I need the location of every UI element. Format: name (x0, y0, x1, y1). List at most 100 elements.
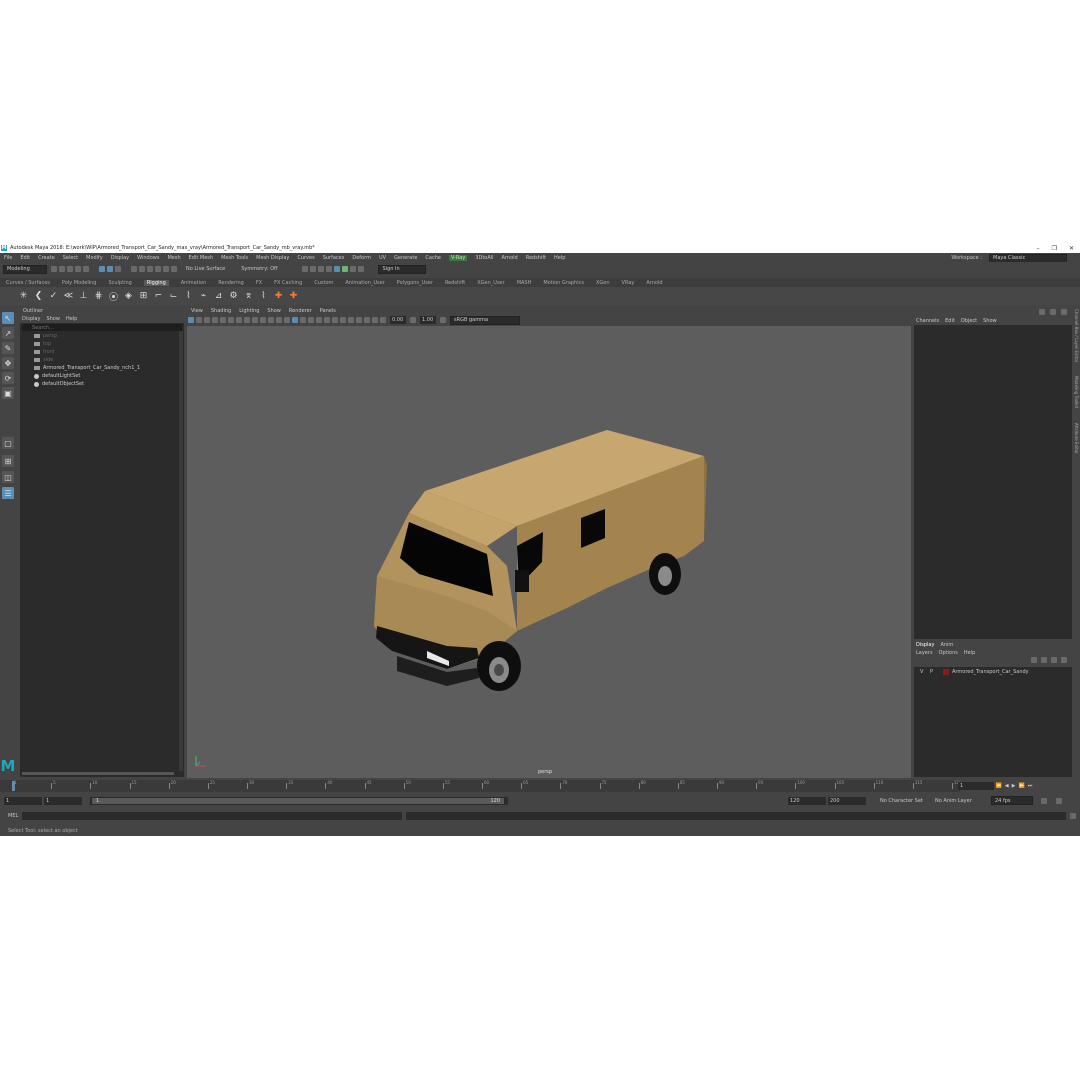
grid-toggle-icon[interactable] (236, 317, 242, 323)
symmetry-label[interactable]: Symmetry: Off (241, 266, 277, 272)
character-set-label[interactable]: No Character Set (880, 798, 923, 804)
render-frame-icon[interactable] (310, 266, 317, 272)
mode-dropdown[interactable]: Modeling (3, 264, 47, 274)
shelf-tab-animation[interactable]: Animation (181, 280, 207, 286)
menu-windows[interactable]: Windows (137, 255, 159, 261)
go-to-end-icon[interactable]: ⏭ (1028, 783, 1033, 789)
menu-surfaces[interactable]: Surfaces (323, 255, 345, 261)
outliner-horizontal-scrollbar[interactable] (22, 772, 174, 775)
time-slider[interactable]: 1 5 10 15 20 25 30 35 40 45 50 55 60 65 70 75 80 85 90 95 10… (0, 780, 962, 792)
viewport-menu-lighting[interactable]: Lighting (239, 308, 259, 314)
layer-playback-toggle[interactable]: P (930, 669, 940, 675)
redo-icon[interactable] (83, 266, 89, 272)
shelf-tab-animation-user[interactable]: Animation_User (345, 280, 384, 286)
attribute-editor-toggle-icon[interactable] (1050, 309, 1056, 315)
shelf-tool-7-icon[interactable]: ⦿ (108, 291, 119, 303)
menu-display[interactable]: Display (111, 255, 129, 261)
exposure-icon[interactable] (380, 317, 386, 323)
shelf-tool-17-icon[interactable]: ⌇ (258, 291, 269, 302)
menu-edit-mesh[interactable]: Edit Mesh (189, 255, 213, 261)
menu-mesh-display[interactable]: Mesh Display (256, 255, 289, 261)
current-frame-field[interactable]: 1 (958, 782, 994, 790)
grease-pencil-icon[interactable] (228, 317, 234, 323)
shelf-tab-polygons-user[interactable]: Polygons_User (397, 280, 433, 286)
menu-modify[interactable]: Modify (86, 255, 103, 261)
layer-tab-display[interactable]: Display (916, 642, 934, 648)
step-back-key-icon[interactable]: ⏪ (996, 783, 1002, 789)
channel-menu-show[interactable]: Show (983, 318, 997, 324)
outliner-item[interactable]: top (20, 340, 184, 348)
shelf-tool-19-icon[interactable]: ✚ (288, 291, 299, 302)
shelf-tab-fx[interactable]: FX (256, 280, 262, 286)
menu-uv[interactable]: UV (379, 255, 386, 261)
shelf-tab-vray[interactable]: VRay (622, 280, 635, 286)
layer-color-swatch[interactable] (943, 668, 949, 675)
close-button[interactable]: ✕ (1069, 245, 1074, 252)
outliner-vertical-scrollbar[interactable] (179, 331, 183, 771)
select-object-icon[interactable] (107, 266, 113, 272)
select-tool-icon[interactable]: ↖ (2, 312, 14, 324)
shelf-tool-6-icon[interactable]: ⋕ (93, 291, 104, 302)
layer-menu-help[interactable]: Help (964, 650, 975, 656)
wireframe-icon[interactable] (284, 317, 290, 323)
layer-visibility-toggle[interactable]: V (920, 669, 930, 675)
open-scene-icon[interactable] (59, 266, 65, 272)
safe-action-icon[interactable] (276, 317, 282, 323)
viewport-menu-show[interactable]: Show (267, 308, 281, 314)
anim-prefs-icon[interactable] (1056, 798, 1062, 804)
shelf-tool-11-icon[interactable]: ⌙ (168, 291, 179, 302)
menu-select[interactable]: Select (63, 255, 78, 261)
snap-grid-icon[interactable] (131, 266, 137, 272)
vray-icon[interactable] (342, 266, 349, 272)
move-tool-icon[interactable]: ✥ (2, 357, 14, 369)
menu-v-ray[interactable]: V-Ray (448, 254, 468, 261)
2d-pan-zoom-icon[interactable] (220, 317, 226, 323)
layer-move-up-icon[interactable] (1031, 657, 1037, 663)
outliner-layout-icon[interactable]: ☰ (2, 487, 14, 499)
layer-menu-options[interactable]: Options (939, 650, 958, 656)
layer-name[interactable]: Armored_Transport_Car_Sandy (952, 669, 1029, 675)
film-gate-icon[interactable] (244, 317, 250, 323)
arnold-icon[interactable] (350, 266, 357, 272)
anim-layer-label[interactable]: No Anim Layer (935, 798, 972, 804)
motion-blur-icon[interactable] (332, 317, 338, 323)
sidebar-tab-modeling-toolkit[interactable]: Modeling Toolkit (1074, 376, 1079, 408)
snap-point-icon[interactable] (147, 266, 153, 272)
scale-tool-icon[interactable]: ▣ (2, 387, 14, 399)
shelf-tool-5-icon[interactable]: ⊥ (78, 291, 89, 302)
redshift-icon[interactable] (358, 266, 365, 272)
camera-select-icon[interactable] (188, 317, 194, 323)
hypershade-icon[interactable] (334, 266, 341, 272)
outliner-item[interactable]: Armored_Transport_Car_Sandy_nch1_1 (20, 364, 184, 372)
channel-menu-channels[interactable]: Channels (916, 318, 939, 324)
field-chart-icon[interactable] (268, 317, 274, 323)
outliner-item[interactable]: persp (20, 332, 184, 340)
image-plane-icon[interactable] (212, 317, 218, 323)
shelf-tab-motion-graphics[interactable]: Motion Graphics (543, 280, 584, 286)
shelf-tool-1-icon[interactable]: ✳ (18, 291, 29, 302)
start-time-field[interactable]: 1 (4, 797, 42, 805)
magnet-icon[interactable] (171, 266, 177, 272)
menu-mesh[interactable]: Mesh (167, 255, 180, 261)
select-component-icon[interactable] (115, 266, 121, 272)
ambient-occlusion-icon[interactable] (324, 317, 330, 323)
lights-icon[interactable] (308, 317, 314, 323)
shelf-tool-16-icon[interactable]: ⌆ (243, 291, 254, 302)
shelf-tool-8-icon[interactable]: ◈ (123, 291, 134, 302)
shelf-tool-9-icon[interactable]: ⊞ (138, 291, 149, 302)
outliner-item[interactable]: defaultObjectSet (20, 380, 184, 388)
step-back-frame-icon[interactable]: ◀ (1005, 783, 1009, 789)
menu-file[interactable]: File (4, 255, 12, 261)
live-surface-label[interactable]: No Live Surface (186, 266, 225, 272)
playback-start-field[interactable]: 1 (44, 797, 82, 805)
shelf-tab-poly-modeling[interactable]: Poly Modeling (62, 280, 97, 286)
viewport-menu-panels[interactable]: Panels (320, 308, 336, 314)
shelf-tab-rigging[interactable]: Rigging (143, 279, 169, 286)
end-time-field[interactable]: 200 (828, 797, 866, 805)
snap-surface-icon[interactable] (163, 266, 169, 272)
camera-attributes-icon[interactable] (196, 317, 202, 323)
step-forward-key-icon[interactable]: ⏩ (1018, 783, 1024, 789)
viewport-menu-shading[interactable]: Shading (211, 308, 231, 314)
shelf-tool-15-icon[interactable]: ⚙ (228, 291, 239, 302)
menu-deform[interactable]: Deform (352, 255, 371, 261)
